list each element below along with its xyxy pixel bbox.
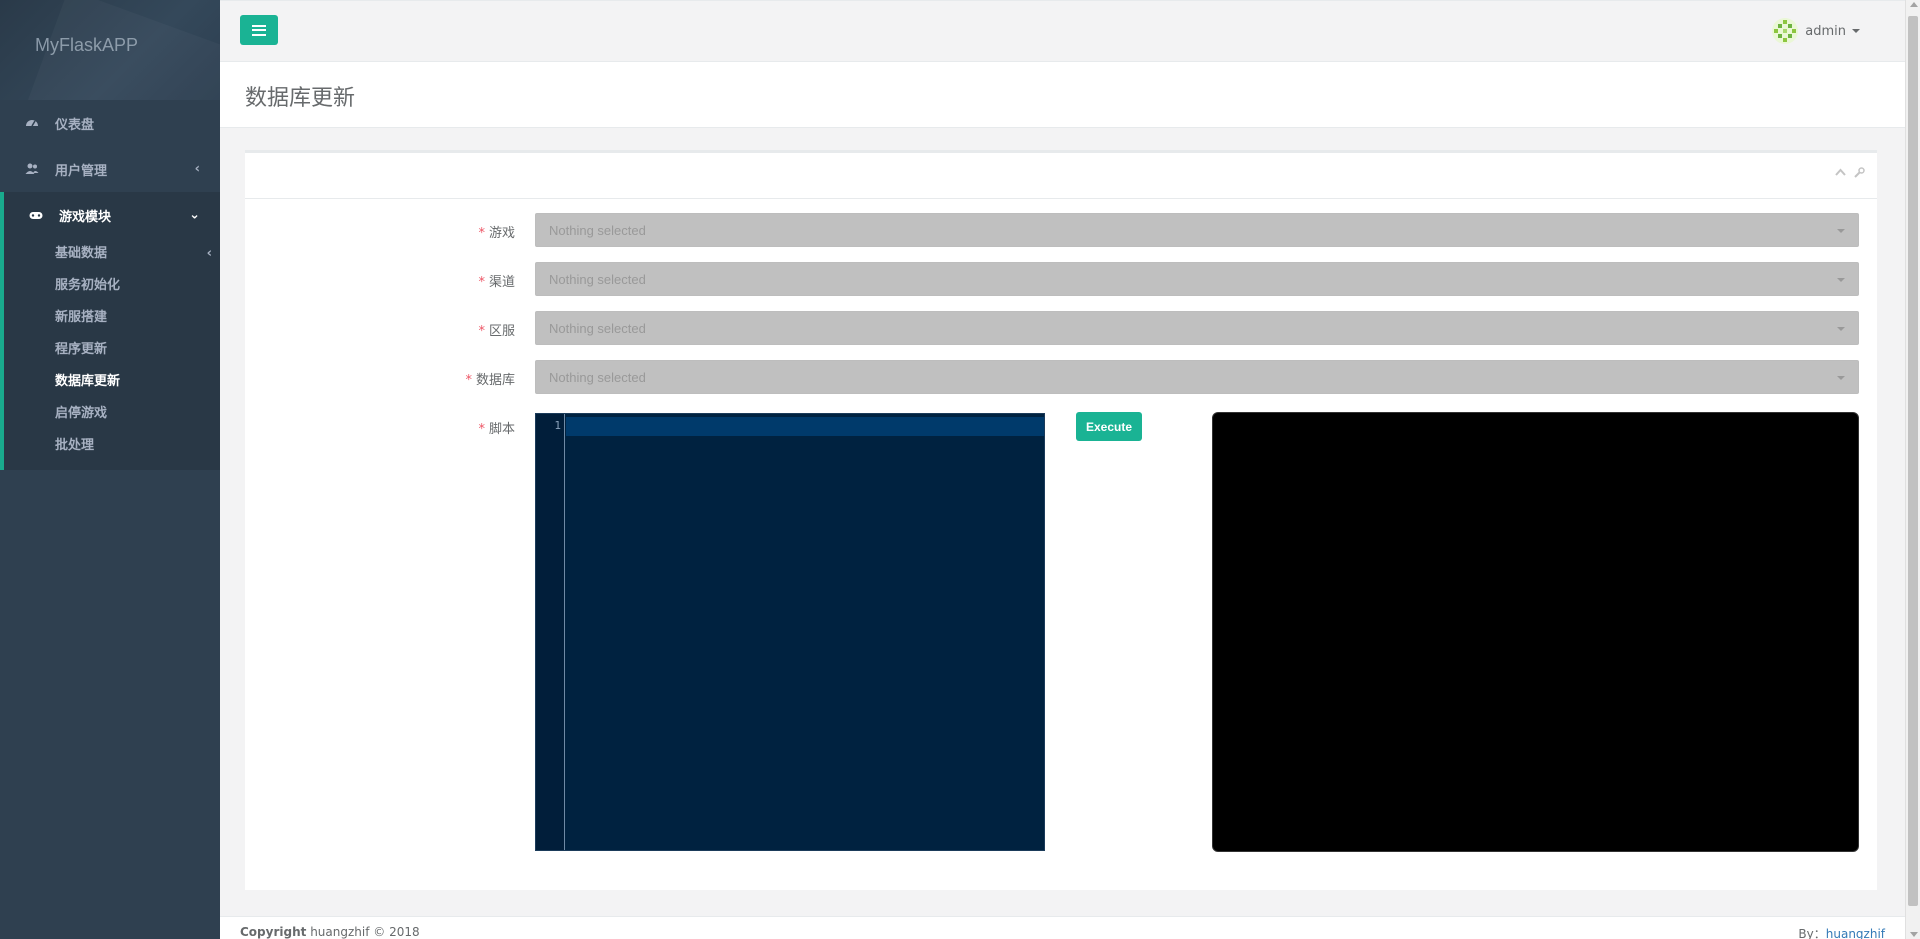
zone-label: * 区服	[478, 324, 515, 339]
sidebar: MyFlaskAPP 仪表盘 用户管理 ‹ 游戏模块 ⌄ 基础数据 ‹ 服务初始…	[0, 0, 220, 939]
submenu-item-program-update[interactable]: 程序更新	[4, 334, 220, 366]
copyright-label: Copyright	[240, 925, 307, 939]
chevron-down-icon: ⌄	[189, 207, 200, 223]
caret-down-icon	[1837, 327, 1845, 331]
required-mark: *	[478, 324, 485, 339]
wrench-icon[interactable]	[1854, 167, 1865, 181]
select-placeholder: Nothing selected	[549, 321, 646, 336]
select-placeholder: Nothing selected	[549, 272, 646, 287]
form-row-channel: * 渠道 Nothing selected	[245, 262, 1877, 298]
scrollbar-thumb[interactable]	[1908, 16, 1918, 906]
page-heading: 数据库更新	[220, 62, 1905, 128]
users-icon	[25, 162, 39, 176]
form-row-zone: * 区服 Nothing selected	[245, 311, 1877, 347]
select-placeholder: Nothing selected	[549, 223, 646, 238]
sidebar-item-users[interactable]: 用户管理 ‹	[0, 146, 220, 192]
zone-select[interactable]: Nothing selected	[535, 311, 1859, 345]
submenu-item-label: 新服搭建	[55, 310, 108, 325]
form-row-game: * 游戏 Nothing selected	[245, 213, 1877, 249]
submenu-item-label: 基础数据	[55, 246, 108, 261]
author-link[interactable]: huangzhif	[1826, 927, 1885, 939]
sidebar-nav: 仪表盘 用户管理 ‹ 游戏模块 ⌄ 基础数据 ‹ 服务初始化 新服搭建 程序更新…	[0, 100, 220, 470]
collapse-icon[interactable]	[1835, 167, 1846, 181]
required-mark: *	[478, 275, 485, 290]
required-mark: *	[465, 373, 472, 388]
submenu-item-basic-data[interactable]: 基础数据 ‹	[4, 238, 220, 270]
scroll-down-icon[interactable]	[1910, 932, 1918, 937]
sidebar-group-dashboard: 仪表盘	[0, 100, 220, 146]
required-mark: *	[478, 226, 485, 241]
submenu-item-service-init[interactable]: 服务初始化	[4, 270, 220, 302]
user-menu[interactable]: admin	[1771, 17, 1860, 45]
brand-logo[interactable]: MyFlaskAPP	[35, 35, 138, 56]
required-mark: *	[478, 422, 485, 437]
game-label: * 游戏	[478, 226, 515, 241]
sidebar-group-users: 用户管理 ‹	[0, 146, 220, 192]
editor-active-line	[566, 417, 1044, 436]
page-title: 数据库更新	[245, 86, 356, 111]
submenu-item-label: 服务初始化	[55, 278, 121, 293]
panel-tools	[1835, 167, 1865, 181]
script-label: * 脚本	[478, 422, 515, 437]
page-scrollbar[interactable]	[1905, 0, 1920, 939]
select-placeholder: Nothing selected	[549, 370, 646, 385]
caret-down-icon	[1837, 229, 1845, 233]
sidebar-group-games: 游戏模块 ⌄ 基础数据 ‹ 服务初始化 新服搭建 程序更新 数据库更新 启停游戏…	[0, 192, 220, 470]
gamepad-icon	[29, 208, 43, 222]
sidebar-item-label: 用户管理	[55, 163, 108, 179]
game-select[interactable]: Nothing selected	[535, 213, 1859, 247]
user-name: admin	[1805, 23, 1846, 39]
submenu-item-batch[interactable]: 批处理	[4, 430, 220, 462]
topbar: admin	[220, 0, 1905, 62]
execute-button[interactable]: Execute	[1076, 412, 1142, 441]
panel-header	[245, 153, 1877, 199]
submenu-item-label: 数据库更新	[55, 374, 121, 389]
caret-down-icon	[1837, 376, 1845, 380]
output-console[interactable]	[1212, 412, 1859, 852]
sidebar-item-label: 游戏模块	[59, 209, 112, 225]
database-select[interactable]: Nothing selected	[535, 360, 1859, 394]
database-label: * 数据库	[465, 373, 515, 388]
footer: Copyright huangzhif © 2018 By：huangzhif	[220, 916, 1905, 939]
submenu-item-new-server[interactable]: 新服搭建	[4, 302, 220, 334]
copyright-text: huangzhif © 2018	[310, 925, 420, 939]
form-row-database: * 数据库 Nothing selected	[245, 360, 1877, 396]
scroll-up-icon[interactable]	[1910, 2, 1918, 7]
footer-copyright: Copyright huangzhif © 2018	[240, 925, 420, 939]
hamburger-icon	[252, 24, 266, 36]
sidebar-item-dashboard[interactable]: 仪表盘	[0, 100, 220, 146]
footer-author: By：huangzhif	[1798, 925, 1885, 939]
submenu-item-start-stop[interactable]: 启停游戏	[4, 398, 220, 430]
caret-down-icon	[1837, 278, 1845, 282]
sidebar-header: MyFlaskAPP	[0, 0, 220, 100]
avatar	[1772, 18, 1799, 44]
submenu-item-label: 批处理	[55, 438, 95, 453]
author-prefix: By：	[1798, 927, 1826, 939]
line-number: 1	[554, 419, 561, 432]
submenu-games: 基础数据 ‹ 服务初始化 新服搭建 程序更新 数据库更新 启停游戏 批处理	[4, 238, 220, 470]
submenu-item-label: 启停游戏	[55, 406, 108, 421]
submenu-item-db-update[interactable]: 数据库更新	[4, 366, 220, 398]
menu-toggle-button[interactable]	[240, 15, 278, 45]
submenu-item-label: 程序更新	[55, 342, 108, 357]
sidebar-item-games[interactable]: 游戏模块 ⌄	[4, 192, 220, 238]
dashboard-icon	[25, 116, 39, 130]
caret-down-icon	[1852, 29, 1860, 33]
content-panel: * 游戏 Nothing selected * 渠道 Nothing selecte…	[245, 150, 1877, 890]
channel-select[interactable]: Nothing selected	[535, 262, 1859, 296]
sidebar-item-label: 仪表盘	[55, 117, 95, 133]
chevron-left-icon: ‹	[206, 246, 212, 261]
editor-gutter: 1	[536, 414, 565, 850]
chevron-left-icon: ‹	[194, 161, 200, 177]
script-editor[interactable]: 1	[535, 413, 1045, 851]
channel-label: * 渠道	[478, 275, 515, 290]
